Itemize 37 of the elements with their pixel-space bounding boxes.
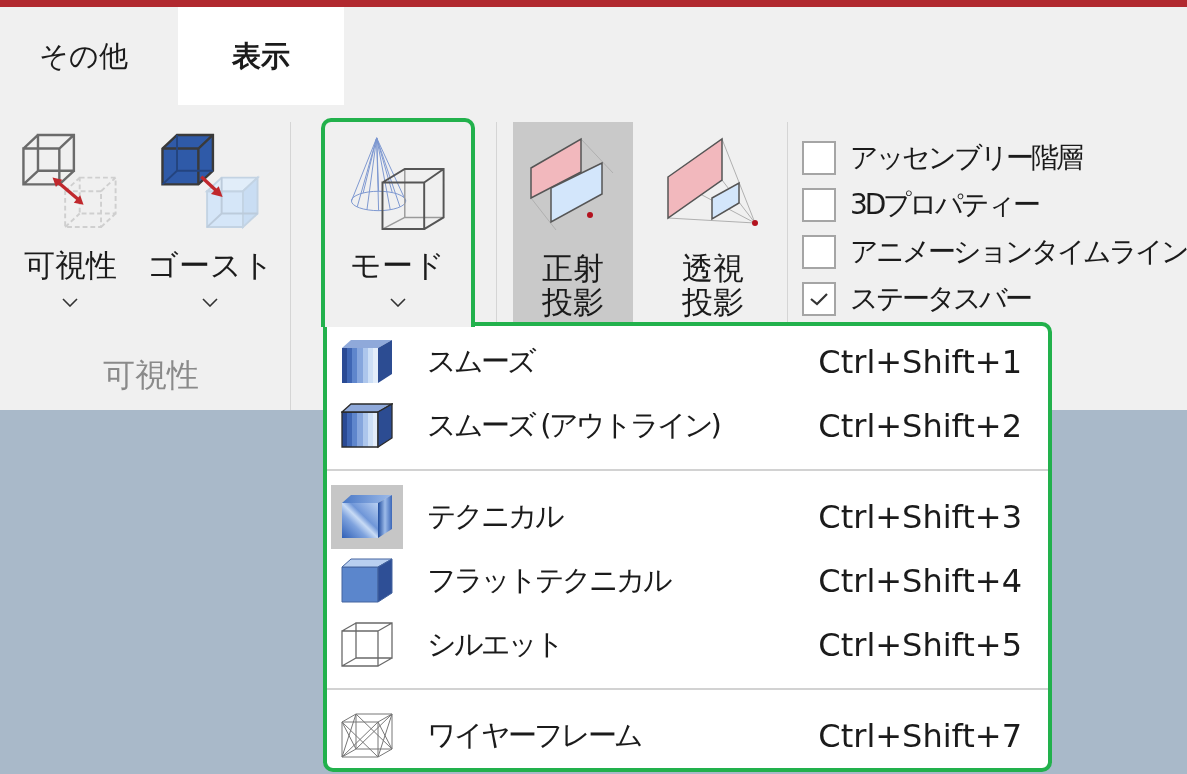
ribbon-button[interactable]: ゴースト <box>152 122 268 322</box>
checkbox[interactable] <box>802 187 836 222</box>
checkmark-icon <box>809 291 829 306</box>
shortcut-text: Ctrl+Shift+7 <box>818 717 1022 755</box>
checkbox-label: アニメーションタイムライン <box>850 234 1187 270</box>
cube-ghost-icon <box>160 133 260 230</box>
shaded-cube-icon <box>331 485 403 549</box>
checkbox-label: 3Dプロパティー <box>850 187 1039 223</box>
shortcut-text: Ctrl+Shift+4 <box>818 562 1022 600</box>
ribbon-button[interactable]: 透視投影 <box>653 122 774 322</box>
wireframe-cube-icon <box>341 713 393 759</box>
menu-item[interactable]: テクニカル Ctrl+Shift+3 <box>327 485 1048 549</box>
outlined-striped-cube-icon <box>341 403 393 449</box>
menu-item[interactable]: フラットテクニカル Ctrl+Shift+4 <box>327 549 1048 613</box>
group-label: 可視性 <box>101 355 200 396</box>
shortcut-text: Ctrl+Shift+5 <box>818 626 1022 664</box>
menu-item[interactable]: スムーズ (アウトライン) Ctrl+Shift+2 <box>327 394 1048 458</box>
checkbox[interactable] <box>802 140 836 175</box>
flat-cube-icon <box>341 558 393 604</box>
ribbon-tab[interactable]: 表示 <box>178 7 344 105</box>
ribbon-button[interactable]: 正射投影 <box>513 122 634 322</box>
shortcut-text: Ctrl+Shift+2 <box>818 407 1022 445</box>
ribbon-button[interactable]: 可視性 <box>12 122 128 322</box>
checkbox[interactable] <box>802 281 836 316</box>
menu-item[interactable]: スムーズ Ctrl+Shift+1 <box>327 330 1048 394</box>
ribbon-button[interactable]: モード <box>320 118 475 327</box>
checkbox[interactable] <box>802 234 836 269</box>
checkbox-label: アッセンブリー階層 <box>850 140 1081 176</box>
shortcut-text: Ctrl+Shift+3 <box>818 498 1022 536</box>
checkbox-label: ステータスバー <box>850 281 1030 317</box>
outline-cube-icon <box>341 622 393 668</box>
ribbon-tab[interactable]: その他 <box>0 7 178 105</box>
cubes-arrow-icon <box>21 133 119 230</box>
menu-item[interactable]: ワイヤーフレーム Ctrl+Shift+7 <box>327 704 1048 768</box>
menu-item[interactable]: シルエット Ctrl+Shift+5 <box>327 613 1048 677</box>
shortcut-text: Ctrl+Shift+1 <box>818 343 1022 381</box>
striped-cube-icon <box>341 339 393 385</box>
